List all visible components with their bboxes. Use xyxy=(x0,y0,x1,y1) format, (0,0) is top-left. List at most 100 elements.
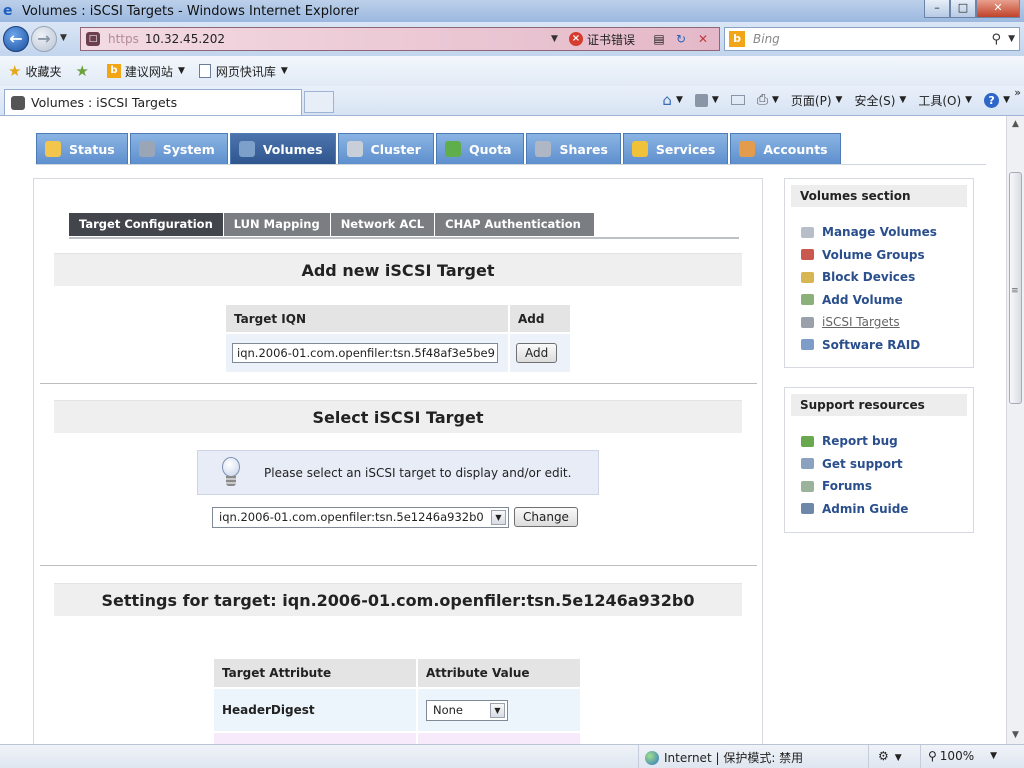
add-volume-icon xyxy=(801,294,814,306)
page-icon xyxy=(198,64,211,78)
nav-tab-shares[interactable]: Shares xyxy=(526,133,621,165)
add-target-heading: Add new iSCSI Target xyxy=(54,253,742,286)
window-titlebar: e Volumes : iSCSI Targets - Windows Inte… xyxy=(0,0,1024,22)
sidebar-item-software-raid[interactable]: Software RAID xyxy=(785,334,973,357)
header-digest-select[interactable]: None ▼ xyxy=(426,699,508,721)
sidebar-item-admin-guide[interactable]: Admin Guide xyxy=(785,498,973,521)
status-bar: Internet | 保护模式: 禁用 ⚙ ▼ ⚲ 100% ▼ xyxy=(0,744,1024,768)
search-input[interactable]: b Bing ⚲ ▼ xyxy=(724,27,1020,51)
minimize-button[interactable]: – xyxy=(924,0,950,18)
refresh-icon[interactable]: ↻ xyxy=(671,30,691,48)
nav-tab-label: Cluster xyxy=(370,141,421,157)
nav-tab-volumes[interactable]: Volumes xyxy=(229,133,336,165)
maximize-button[interactable]: □ xyxy=(950,0,976,18)
safety-menu[interactable]: 安全(S) ▼ xyxy=(854,92,906,109)
sidebar-item-label: Forums xyxy=(822,479,873,494)
nav-tab-quota[interactable]: Quota xyxy=(435,133,525,165)
vertical-scrollbar[interactable]: ▲ ≡ ▼ xyxy=(1006,116,1024,744)
history-dropdown-icon[interactable]: ▼ xyxy=(60,33,67,43)
sidebar-item-forums[interactable]: Forums xyxy=(785,475,973,498)
target-select[interactable]: iqn.2006-01.com.openfiler:tsn.5e1246a932… xyxy=(212,507,509,528)
nav-tab-label: Quota xyxy=(468,141,512,157)
nav-tab-services[interactable]: Services xyxy=(622,133,729,165)
page-menu[interactable]: 页面(P) ▼ xyxy=(791,92,843,109)
chevron-down-icon: ▼ xyxy=(491,510,506,525)
main-navigation: Status System Volumes Cluster Quota Shar… xyxy=(36,133,843,165)
nav-tab-accounts[interactable]: Accounts xyxy=(730,133,841,165)
address-dropdown-icon[interactable]: ▼ xyxy=(551,34,558,44)
popup-blocker-icon[interactable]: ⚙ ▼ xyxy=(878,749,902,763)
sidebar-item-label: Block Devices xyxy=(822,270,916,285)
web-slice-button[interactable]: 网页快讯库 ▼ xyxy=(198,63,288,80)
section-divider xyxy=(40,383,757,384)
certificate-error-label: 证书错误 xyxy=(587,32,636,47)
subtab-target-configuration[interactable]: Target Configuration xyxy=(69,213,224,236)
tools-menu[interactable]: 工具(O) ▼ xyxy=(918,92,972,109)
header-digest-value: None xyxy=(433,702,464,717)
rss-icon xyxy=(694,93,708,107)
sidebar-item-volume-groups[interactable]: Volume Groups xyxy=(785,244,973,267)
subtab-chap-authentication[interactable]: CHAP Authentication xyxy=(435,213,596,236)
favorites-bar: ★ 收藏夹 ★ b 建议网站 ▼ 网页快讯库 ▼ xyxy=(0,56,1024,86)
sidebar-item-iscsi-targets[interactable]: iSCSI Targets xyxy=(785,311,973,334)
zoom-control[interactable]: ⚲ 100% ▼ xyxy=(928,749,997,763)
main-content: Target Configuration LUN Mapping Network… xyxy=(33,178,763,744)
certificate-error[interactable]: × 证书错误 xyxy=(569,31,635,48)
suggested-sites-button[interactable]: b 建议网站 ▼ xyxy=(106,63,185,80)
favorites-button[interactable]: ★ 收藏夹 xyxy=(8,62,61,80)
help-menu[interactable]: ? ▼ xyxy=(984,92,1010,108)
chevron-down-icon: ▼ xyxy=(771,95,779,105)
search-icon[interactable]: ⚲ xyxy=(991,32,1001,47)
target-iqn-input[interactable]: iqn.2006-01.com.openfiler:tsn.5f48af3e5b… xyxy=(232,343,498,363)
window-controls: – □ ✕ xyxy=(924,0,1020,18)
security-zone[interactable]: Internet | 保护模式: 禁用 xyxy=(645,749,803,766)
sidebar-item-add-volume[interactable]: Add Volume xyxy=(785,289,973,312)
add-favorite-button[interactable]: ★ xyxy=(75,62,92,80)
scroll-down-icon[interactable]: ▼ xyxy=(1007,727,1024,744)
address-input[interactable]: □ https 10.32.45.202 ▼ × 证书错误 ▤ ↻ ✕ xyxy=(80,27,720,51)
chevron-down-icon: ▼ xyxy=(711,95,719,105)
forward-button[interactable]: → xyxy=(31,26,57,52)
iqn-cell: iqn.2006-01.com.openfiler:tsn.5f48af3e5b… xyxy=(226,334,508,372)
chevron-down-icon: ▼ xyxy=(675,95,683,105)
sidebar-item-report-bug[interactable]: Report bug xyxy=(785,430,973,453)
book-icon xyxy=(801,503,814,515)
chevron-down-icon: ▼ xyxy=(280,66,288,76)
home-icon: ⌂ xyxy=(662,91,672,109)
feeds-button[interactable]: ▼ xyxy=(694,93,719,107)
sidebar-item-label: Volume Groups xyxy=(822,247,925,262)
search-dropdown-icon[interactable]: ▼ xyxy=(1008,34,1015,44)
nav-tab-system[interactable]: System xyxy=(129,133,228,165)
safety-menu-label: 安全(S) xyxy=(854,93,896,108)
toolbar-overflow-button[interactable]: » xyxy=(1014,86,1021,99)
nav-tab-cluster[interactable]: Cluster xyxy=(337,133,434,165)
subtab-network-acl[interactable]: Network ACL xyxy=(330,213,436,236)
nav-tab-label: Services xyxy=(655,141,716,157)
home-button[interactable]: ⌂ ▼ xyxy=(662,91,682,109)
stop-icon[interactable]: ✕ xyxy=(693,30,713,48)
help-icon: ? xyxy=(984,92,1000,108)
info-box: Please select an iSCSI target to display… xyxy=(197,450,599,495)
magnifier-icon: ⚲ xyxy=(928,749,937,763)
change-target-button[interactable]: Change xyxy=(514,507,578,527)
print-button[interactable]: ⎙ ▼ xyxy=(757,92,779,108)
nav-tab-status[interactable]: Status xyxy=(36,133,128,165)
scroll-up-icon[interactable]: ▲ xyxy=(1007,116,1024,133)
back-button[interactable]: ← xyxy=(3,26,29,52)
subtab-lun-mapping[interactable]: LUN Mapping xyxy=(223,213,331,236)
col-target-iqn: Target IQN xyxy=(226,305,508,332)
sidebar-item-block-devices[interactable]: Block Devices xyxy=(785,266,973,289)
chevron-down-icon: ▼ xyxy=(990,751,998,761)
add-target-button[interactable]: Add xyxy=(516,343,558,363)
window-title: Volumes : iSCSI Targets - Windows Intern… xyxy=(22,3,359,19)
chevron-down-icon: ▼ xyxy=(899,95,907,105)
sidebar-item-label: Get support xyxy=(822,456,903,471)
new-tab-button[interactable] xyxy=(304,91,334,113)
close-button[interactable]: ✕ xyxy=(976,0,1020,18)
read-mail-button[interactable] xyxy=(730,95,745,105)
compatibility-view-icon[interactable]: ▤ xyxy=(649,30,669,48)
globe-icon xyxy=(645,750,659,765)
sidebar-item-get-support[interactable]: Get support xyxy=(785,453,973,476)
sidebar-item-manage-volumes[interactable]: Manage Volumes xyxy=(785,221,973,244)
tab-volumes-iscsi-targets[interactable]: Volumes : iSCSI Targets xyxy=(4,89,302,115)
